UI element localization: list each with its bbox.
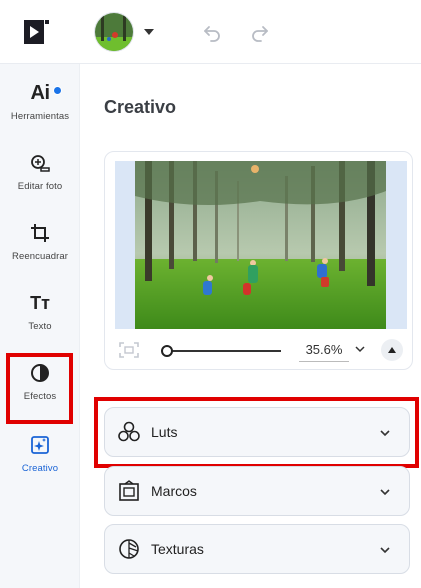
preview-canvas bbox=[115, 161, 407, 329]
sidebar-item-label: Editar foto bbox=[17, 181, 63, 192]
accordion-texturas[interactable]: Texturas bbox=[104, 524, 410, 574]
zoom-level-value[interactable]: 35.6% bbox=[299, 340, 349, 362]
image-selector[interactable] bbox=[94, 11, 160, 53]
ai-icon: Ai bbox=[30, 81, 51, 104]
chevron-down-icon bbox=[380, 547, 390, 554]
zoom-slider-handle[interactable] bbox=[161, 345, 173, 357]
edit-photo-icon bbox=[29, 150, 51, 176]
sidebar-item-texto[interactable]: Tт Texto bbox=[0, 284, 80, 350]
top-bar bbox=[0, 0, 421, 64]
sidebar-item-editar-foto[interactable]: Editar foto bbox=[0, 144, 80, 210]
texture-icon bbox=[117, 537, 141, 561]
sidebar-item-reencuadrar[interactable]: Reencuadrar bbox=[0, 214, 80, 280]
text-icon: Tт bbox=[30, 292, 50, 313]
play-logo-icon[interactable] bbox=[24, 20, 50, 44]
active-item-highlight bbox=[6, 353, 73, 424]
sidebar-item-herramientas[interactable]: Ai Herramientas bbox=[0, 74, 80, 140]
chevron-down-icon[interactable] bbox=[355, 344, 365, 354]
notification-badge bbox=[53, 86, 62, 95]
sparkle-icon bbox=[30, 432, 50, 458]
fit-to-screen-icon[interactable] bbox=[119, 342, 139, 358]
zoom-slider[interactable] bbox=[161, 345, 281, 357]
undo-icon[interactable] bbox=[202, 22, 222, 42]
preview-image bbox=[135, 161, 386, 329]
collapse-preview-button[interactable] bbox=[381, 339, 403, 361]
zoom-toolbar: 35.6% bbox=[105, 332, 414, 368]
sidebar-item-label: Herramientas bbox=[10, 111, 70, 122]
sidebar-item-label: Reencuadrar bbox=[11, 251, 69, 262]
sidebar: Ai Herramientas Editar foto Reencuadrar … bbox=[0, 64, 80, 588]
triangle-up-icon bbox=[388, 347, 396, 353]
sidebar-item-label: Creativo bbox=[21, 463, 59, 474]
page-title: Creativo bbox=[104, 97, 177, 117]
chevron-down-icon bbox=[144, 29, 154, 35]
avatar-icon bbox=[94, 12, 134, 52]
sidebar-item-label: Texto bbox=[28, 321, 52, 332]
preview-card: 35.6% bbox=[104, 151, 413, 370]
accordion-label: Marcos bbox=[151, 483, 197, 499]
accordion-marcos[interactable]: Marcos bbox=[104, 466, 410, 516]
luts-highlight bbox=[94, 397, 419, 468]
frame-icon bbox=[117, 479, 141, 503]
accordion-label: Texturas bbox=[151, 541, 204, 557]
zoom-slider-track bbox=[167, 350, 281, 352]
sidebar-item-creativo[interactable]: Creativo bbox=[0, 426, 80, 492]
redo-icon[interactable] bbox=[250, 22, 270, 42]
chevron-down-icon bbox=[380, 489, 390, 496]
crop-icon bbox=[30, 220, 50, 246]
